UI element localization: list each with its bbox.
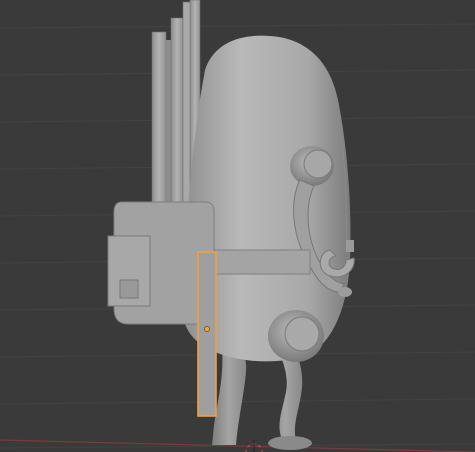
3d-viewport[interactable] — [0, 0, 475, 452]
3d-cursor-icon — [245, 440, 263, 452]
selected-rod[interactable] — [197, 251, 217, 417]
viewport-canvas[interactable] — [0, 0, 475, 452]
object-origin-icon — [204, 326, 210, 332]
robot-shoulder-joint[interactable] — [290, 146, 334, 186]
x-axis-line — [0, 439, 475, 452]
robot-knee-joint[interactable] — [268, 310, 324, 362]
robot-leg-left[interactable] — [212, 348, 247, 445]
